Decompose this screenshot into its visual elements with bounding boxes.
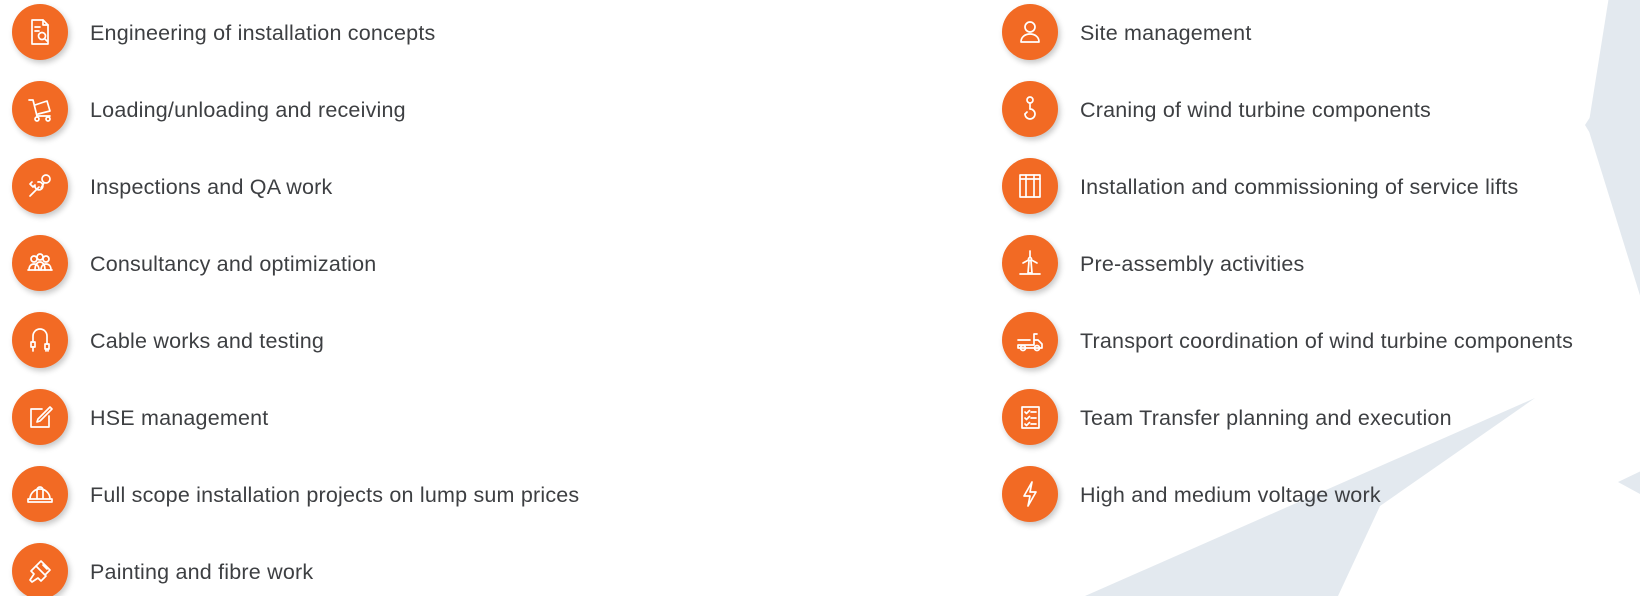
service-item: HSE management (12, 389, 579, 466)
service-label: Cable works and testing (90, 329, 325, 353)
service-label: High and medium voltage work (1080, 483, 1381, 507)
service-label: Consultancy and optimization (90, 252, 377, 276)
lightning-icon (1002, 466, 1058, 522)
service-item: Site management (1002, 4, 1573, 81)
service-label: Painting and fibre work (90, 560, 314, 584)
service-item: Craning of wind turbine components (1002, 81, 1573, 158)
hand-truck-icon (12, 81, 68, 137)
hard-hat-icon (12, 466, 68, 522)
service-label: Team Transfer planning and execution (1080, 406, 1452, 430)
service-item: Installation and commissioning of servic… (1002, 158, 1573, 235)
service-label: Full scope installation projects on lump… (90, 483, 580, 507)
right-services-column: Site management Craning of wind turbine … (1002, 4, 1573, 543)
services-page: Engineering of installation concepts Loa… (0, 0, 1640, 596)
service-label: Craning of wind turbine components (1080, 98, 1431, 122)
paint-brush-icon (12, 543, 68, 596)
cable-plug-icon (12, 312, 68, 368)
service-item: Engineering of installation concepts (12, 4, 579, 81)
crane-hook-icon (1002, 81, 1058, 137)
lift-icon (1002, 158, 1058, 214)
note-pencil-icon (12, 389, 68, 445)
wrench-magnifier-icon (12, 158, 68, 214)
document-search-icon (12, 4, 68, 60)
service-item: High and medium voltage work (1002, 466, 1573, 543)
left-services-column: Engineering of installation concepts Loa… (12, 4, 579, 596)
service-label: HSE management (90, 406, 269, 430)
service-label: Site management (1080, 21, 1252, 45)
service-label: Loading/unloading and receiving (90, 98, 406, 122)
service-item: Team Transfer planning and execution (1002, 389, 1573, 466)
service-label: Inspections and QA work (90, 175, 333, 199)
service-item: Inspections and QA work (12, 158, 579, 235)
service-label: Engineering of installation concepts (90, 21, 436, 45)
service-item: Painting and fibre work (12, 543, 579, 596)
people-group-icon (12, 235, 68, 291)
service-item: Consultancy and optimization (12, 235, 579, 312)
service-label: Transport coordination of wind turbine c… (1080, 329, 1574, 353)
service-item: Pre-assembly activities (1002, 235, 1573, 312)
service-label: Installation and commissioning of servic… (1080, 175, 1519, 199)
person-icon (1002, 4, 1058, 60)
service-item: Transport coordination of wind turbine c… (1002, 312, 1573, 389)
service-item: Cable works and testing (12, 312, 579, 389)
checklist-icon (1002, 389, 1058, 445)
service-label: Pre-assembly activities (1080, 252, 1305, 276)
wind-turbine-icon (1002, 235, 1058, 291)
service-item: Full scope installation projects on lump… (12, 466, 579, 543)
truck-icon (1002, 312, 1058, 368)
service-item: Loading/unloading and receiving (12, 81, 579, 158)
